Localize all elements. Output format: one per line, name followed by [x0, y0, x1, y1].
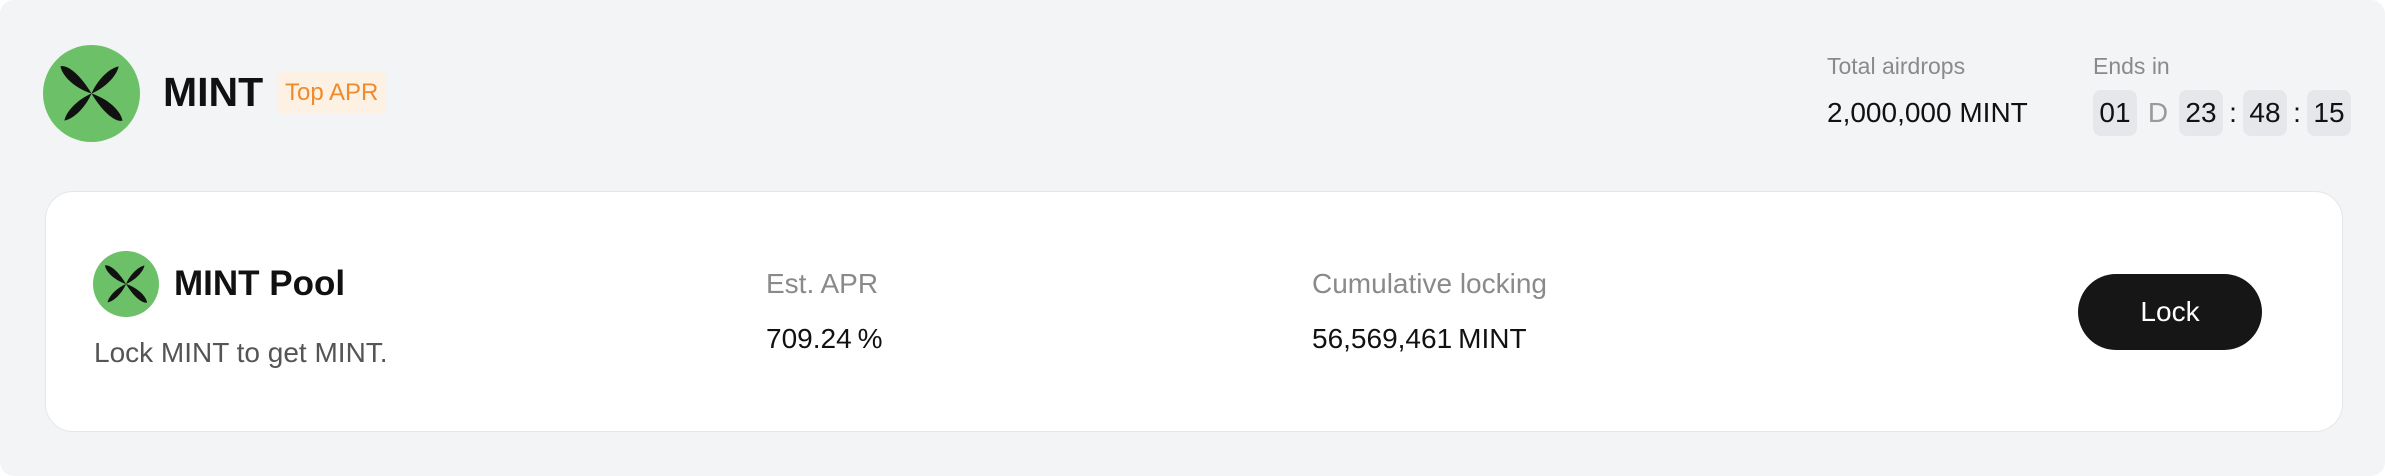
apr-label: Est. APR	[766, 268, 879, 299]
token-name: MINT	[163, 69, 264, 115]
apr-unit: %	[857, 323, 883, 354]
countdown-hours: 23	[2179, 90, 2223, 136]
mint-logo-icon	[43, 45, 140, 142]
countdown-separator: :	[2293, 97, 2301, 128]
countdown-day-unit: D	[2147, 97, 2169, 128]
pool-card	[45, 191, 2343, 432]
countdown-timer: 01 D 23 : 48 : 15	[2093, 90, 2351, 136]
airdrop-panel: MINT Top APR Total airdrops 2,000,000 MI…	[0, 0, 2385, 476]
cumulative-locking-label: Cumulative locking	[1312, 268, 1547, 299]
countdown-separator: :	[2229, 97, 2237, 128]
mint-pool-logo-icon	[93, 251, 159, 317]
total-airdrops-value: 2,000,000 MINT	[1827, 97, 2028, 128]
countdown-days: 01	[2093, 90, 2137, 136]
top-apr-badge: Top APR	[277, 72, 387, 113]
pool-title: MINT Pool	[174, 264, 346, 303]
ends-in-label: Ends in	[2093, 53, 2170, 79]
countdown-seconds: 15	[2307, 90, 2351, 136]
pool-description: Lock MINT to get MINT.	[94, 337, 388, 368]
total-airdrops-label: Total airdrops	[1827, 53, 1966, 79]
apr-value: 709.24%	[766, 322, 883, 356]
cumulative-unit: MINT	[1458, 323, 1527, 354]
countdown-minutes: 48	[2243, 90, 2287, 136]
cumulative-locking-value: 56,569,461 MINT	[1312, 322, 1527, 356]
apr-number: 709.24	[766, 323, 852, 354]
lock-button[interactable]: Lock	[2078, 274, 2262, 350]
cumulative-number: 56,569,461	[1312, 323, 1453, 354]
